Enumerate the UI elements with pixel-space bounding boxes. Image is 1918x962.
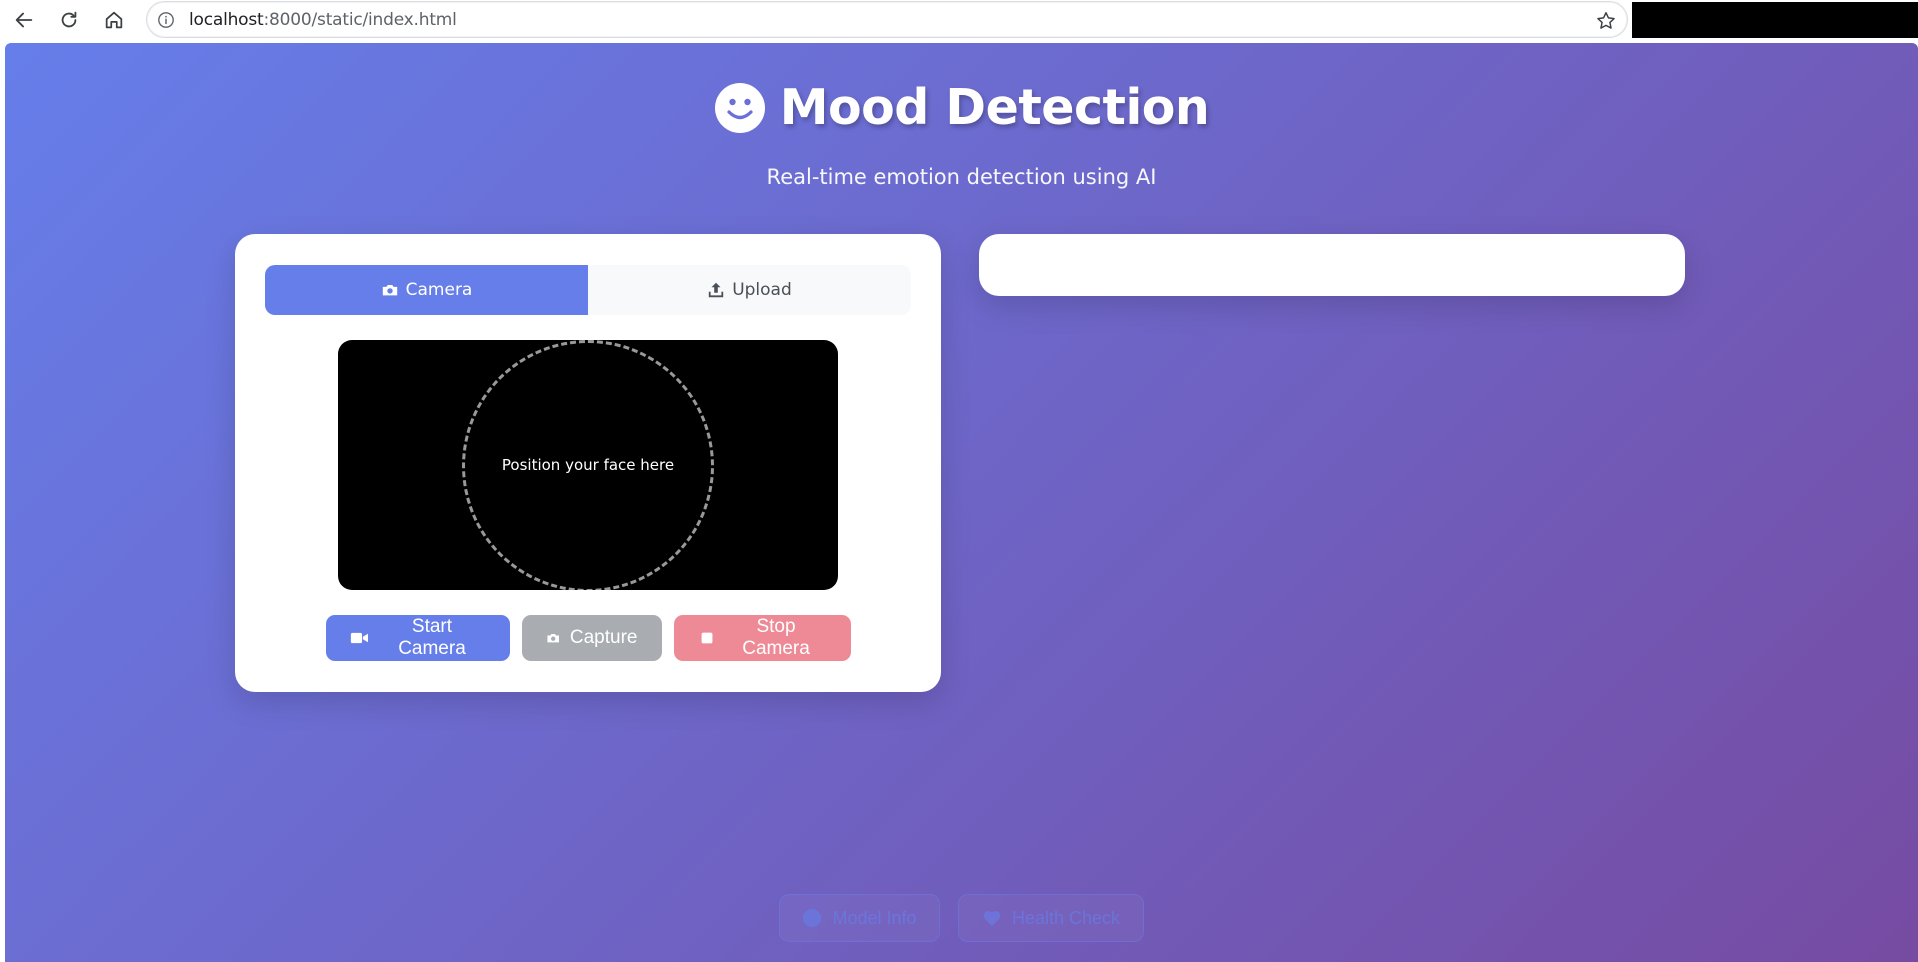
video-camera-icon	[350, 632, 368, 644]
footer-actions: Model Info Health Check	[5, 894, 1918, 942]
health-check-button[interactable]: Health Check	[958, 894, 1144, 942]
tab-upload[interactable]: Upload	[588, 265, 911, 315]
tab-upload-label: Upload	[732, 280, 792, 300]
capture-card: Camera Upload Position your face here St…	[235, 234, 941, 692]
back-button[interactable]	[8, 4, 40, 36]
start-camera-label: Start Camera	[398, 616, 466, 659]
home-button[interactable]	[98, 4, 130, 36]
results-card	[979, 234, 1685, 296]
address-bar[interactable]: localhost:8000/static/index.html	[146, 1, 1628, 38]
stop-camera-label: Stop Camera	[742, 616, 810, 659]
mode-tabs: Camera Upload	[265, 265, 911, 315]
redacted-area	[1632, 2, 1918, 38]
capture-button[interactable]: Capture	[521, 615, 662, 661]
model-info-label: Model Info	[832, 907, 917, 928]
page-background: Mood Detection Real-time emotion detecti…	[5, 43, 1918, 962]
face-guide-text: Position your face here	[501, 456, 675, 474]
stop-icon	[701, 632, 712, 644]
reload-icon	[61, 11, 77, 28]
page-subtitle: Real-time emotion detection using AI	[766, 165, 1157, 189]
camera-icon	[546, 634, 559, 643]
url-host: localhost	[189, 10, 264, 30]
camera-controls: Start Camera Capture Stop Camera	[235, 615, 941, 661]
stop-camera-button[interactable]: Stop Camera	[673, 615, 851, 661]
back-arrow-icon	[15, 12, 33, 28]
info-circle-icon	[803, 909, 822, 927]
url-path: :8000/static/index.html	[263, 10, 457, 30]
home-icon	[105, 11, 123, 29]
heart-pulse-icon	[983, 910, 1001, 926]
capture-label: Capture	[569, 627, 638, 648]
tab-camera-label: Camera	[405, 280, 473, 300]
reload-button[interactable]	[53, 4, 85, 36]
camera-icon	[382, 285, 397, 296]
health-check-label: Health Check	[1011, 907, 1121, 928]
browser-toolbar: localhost:8000/static/index.html	[0, 0, 1918, 40]
smile-icon	[714, 82, 765, 133]
page-header: Mood Detection	[5, 79, 1918, 136]
page-title: Mood Detection	[779, 79, 1210, 136]
upload-icon	[709, 282, 724, 298]
start-camera-button[interactable]: Start Camera	[325, 615, 510, 661]
url-text[interactable]: localhost:8000/static/index.html	[189, 10, 457, 30]
bookmark-star-icon[interactable]	[1595, 10, 1617, 32]
camera-preview: Position your face here	[338, 340, 838, 590]
tab-camera[interactable]: Camera	[265, 265, 588, 315]
model-info-button[interactable]: Model Info	[779, 894, 940, 942]
info-icon[interactable]	[157, 11, 175, 29]
